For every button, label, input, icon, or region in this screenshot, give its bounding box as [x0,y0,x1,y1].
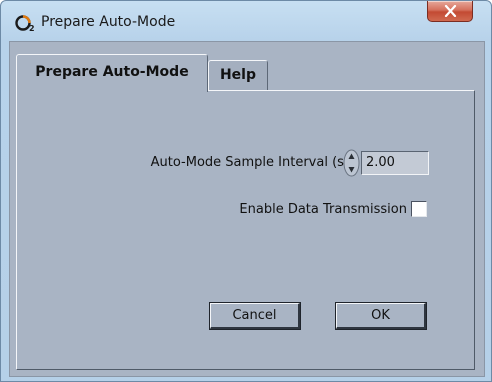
svg-text:2: 2 [29,24,35,33]
interval-spinner[interactable] [343,149,360,177]
tab-help[interactable]: Help [208,60,268,90]
tab-prepare-auto-mode[interactable]: Prepare Auto-Mode [16,54,208,92]
transmission-checkbox[interactable] [411,201,427,217]
close-icon [444,5,457,17]
cancel-button[interactable]: Cancel [209,302,301,330]
title-bar[interactable]: 2 Prepare Auto-Mode [1,1,491,41]
ok-button-label: OK [371,308,390,323]
cancel-button-label: Cancel [232,308,277,323]
tab-help-label: Help [219,67,257,83]
interval-label: Auto-Mode Sample Interval (s) [150,155,349,170]
close-button[interactable] [427,1,473,22]
transmission-label: Enable Data Transmission [239,202,407,217]
o2-app-icon: 2 [15,15,35,33]
ok-button[interactable]: OK [335,302,427,330]
tab-prepare-auto-mode-label: Prepare Auto-Mode [35,64,189,80]
interval-input[interactable]: 2.00 [361,151,429,175]
window-title: Prepare Auto-Mode [41,14,176,30]
